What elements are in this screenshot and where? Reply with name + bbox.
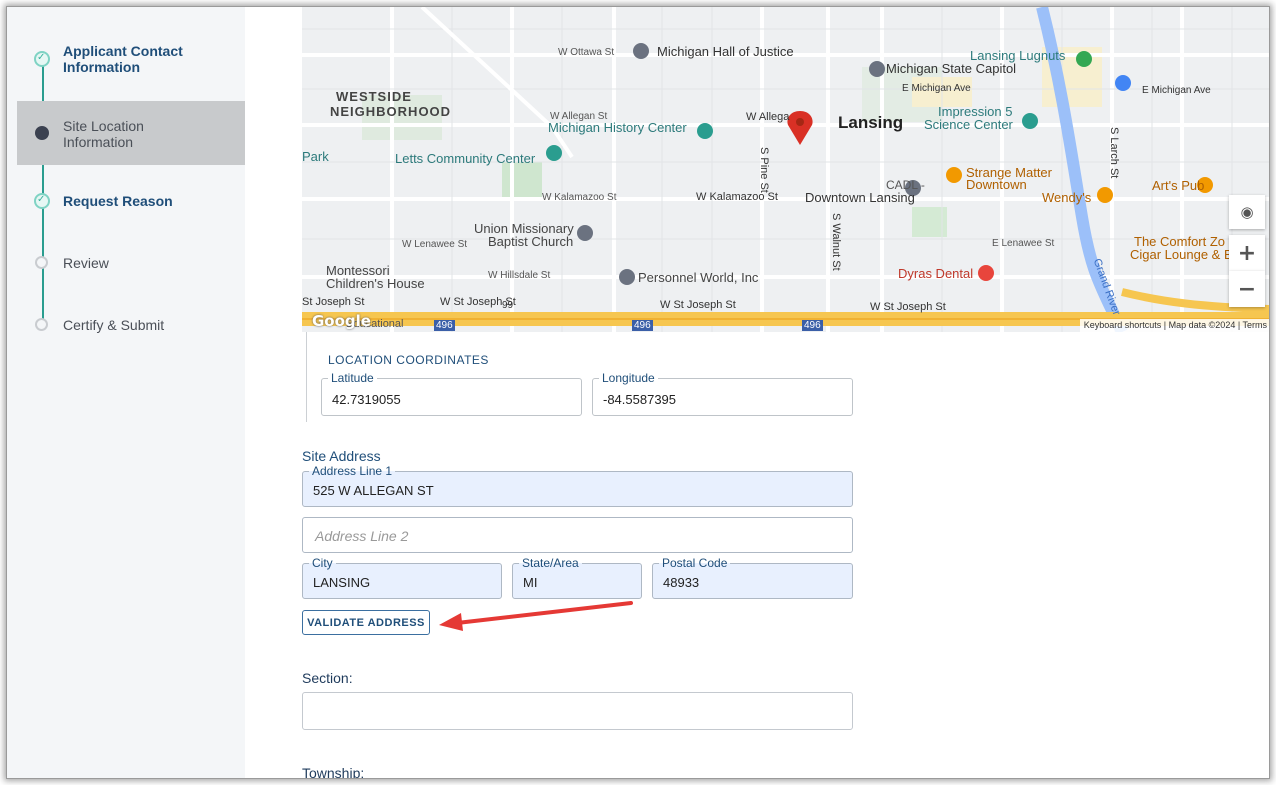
longitude-label: Longitude xyxy=(599,371,658,385)
map-label: Letts Community Center xyxy=(395,151,536,166)
city-label: City xyxy=(309,556,336,570)
map-label: Park xyxy=(302,149,329,164)
check-circle-icon xyxy=(34,193,50,209)
map-label: Michigan Hall of Justice xyxy=(657,44,794,59)
map-street-label: E Michigan Ave xyxy=(902,83,971,94)
map-label: Wendy's xyxy=(1042,190,1092,205)
latitude-field[interactable]: Latitude 42.7319055 xyxy=(321,371,582,416)
address-line-2-field[interactable]: Address Line 2 xyxy=(302,517,853,553)
map-route-label: 496 xyxy=(434,320,455,331)
map-label: WESTSIDE xyxy=(336,89,412,104)
zoom-out-button[interactable]: − xyxy=(1229,271,1265,307)
step-label: Certify & Submit xyxy=(63,317,165,333)
stepper-sidebar: Applicant Contact Information Site Locat… xyxy=(7,7,245,778)
step-request-reason[interactable]: Request Reason xyxy=(17,185,245,217)
state-label: State/Area xyxy=(519,556,582,570)
map-label: Downtown xyxy=(966,177,1027,192)
map-route-label: 99 xyxy=(502,300,514,311)
map-street-label: W Allega xyxy=(746,111,790,123)
map-attribution[interactable]: Keyboard shortcuts | Map data ©2024 | Te… xyxy=(1079,319,1269,332)
state-field[interactable]: State/Area MI xyxy=(512,556,642,599)
coordinates-title: LOCATION COORDINATES xyxy=(328,353,489,367)
map-street-label: E Michigan Ave xyxy=(1142,85,1211,96)
pending-circle-icon xyxy=(35,256,48,269)
section-input[interactable] xyxy=(302,692,853,730)
address-line-1-label: Address Line 1 xyxy=(309,464,396,478)
map-label: NEIGHBORHOOD xyxy=(330,104,452,119)
validate-address-button[interactable]: VALIDATE ADDRESS xyxy=(302,610,430,635)
address-line-2-placeholder: Address Line 2 xyxy=(315,528,409,544)
step-label: Site Location Information xyxy=(63,118,144,150)
step-applicant-contact[interactable]: Applicant Contact Information xyxy=(17,37,245,81)
map-street-label: W Hillsdale St xyxy=(488,270,551,281)
map-street-label: W Kalamazoo St xyxy=(542,192,617,203)
my-location-icon[interactable]: ◉ xyxy=(1229,195,1265,229)
map-label: Science Center xyxy=(924,117,1013,132)
latitude-label: Latitude xyxy=(328,371,377,385)
postal-code-field[interactable]: Postal Code 48933 xyxy=(652,556,853,599)
longitude-value: -84.5587395 xyxy=(603,392,677,407)
step-label: Review xyxy=(63,255,109,271)
map-route-label: 496 xyxy=(632,320,653,331)
postal-code-label: Postal Code xyxy=(659,556,731,570)
map-street-label: W Ottawa St xyxy=(558,47,615,58)
city-value: LANSING xyxy=(313,575,371,590)
location-map[interactable]: WESTSIDE NEIGHBORHOOD Lansing Michigan H… xyxy=(302,7,1269,332)
map-street-label: S Walnut St xyxy=(830,213,842,271)
google-logo: Google xyxy=(312,312,371,330)
check-circle-icon xyxy=(34,51,50,67)
zoom-in-button[interactable]: + xyxy=(1229,235,1265,271)
address-line-1-value: 525 W ALLEGAN ST xyxy=(313,483,434,498)
pending-circle-icon xyxy=(35,318,48,331)
map-label: Dyras Dental xyxy=(898,266,974,281)
postal-code-value: 48933 xyxy=(663,575,700,590)
city-field[interactable]: City LANSING xyxy=(302,556,502,599)
latitude-value: 42.7319055 xyxy=(332,392,401,407)
site-address-title: Site Address xyxy=(302,448,381,464)
step-label: Request Reason xyxy=(63,193,173,209)
section-label: Section: xyxy=(302,670,353,686)
map-street-label: S Larch St xyxy=(1108,127,1120,179)
annotation-arrow xyxy=(439,601,633,631)
map-street-label: W Allegan St xyxy=(550,111,608,122)
map-street-label: W St Joseph St xyxy=(870,301,946,313)
map-street-label: W St Joseph St xyxy=(660,299,736,311)
map-street-label: W Lenawee St xyxy=(402,239,468,250)
map-label: Downtown Lansing xyxy=(805,190,915,205)
map-label: Michigan History Center xyxy=(548,120,687,135)
map-label: Lansing Lugnuts xyxy=(970,48,1066,63)
map-route-label: 496 xyxy=(802,320,823,331)
current-step-dot-icon xyxy=(35,126,49,140)
step-label: Applicant Contact Information xyxy=(63,43,183,75)
step-review[interactable]: Review xyxy=(17,247,245,279)
map-city-label: Lansing xyxy=(838,113,904,132)
map-label: Personnel World, Inc xyxy=(638,270,759,285)
step-certify-submit[interactable]: Certify & Submit xyxy=(17,309,245,341)
app-window: Applicant Contact Information Site Locat… xyxy=(6,6,1270,779)
longitude-field[interactable]: Longitude -84.5587395 xyxy=(592,371,853,416)
map-label: Michigan State Capitol xyxy=(886,61,1017,76)
address-line-1-field[interactable]: Address Line 1 525 W ALLEGAN ST xyxy=(302,464,853,507)
map-label: Art's Pub xyxy=(1152,178,1205,193)
map-label: Baptist Church xyxy=(488,234,574,249)
state-value: MI xyxy=(523,575,538,590)
map-street-label: S Pine St xyxy=(758,147,770,193)
divider xyxy=(306,332,307,422)
township-label: Township: xyxy=(302,765,365,779)
map-street-label: St Joseph St xyxy=(302,296,365,308)
step-site-location[interactable]: Site Location Information xyxy=(17,101,245,165)
map-street-label: E Lenawee St xyxy=(992,238,1055,249)
map-label: Children's House xyxy=(326,276,425,291)
